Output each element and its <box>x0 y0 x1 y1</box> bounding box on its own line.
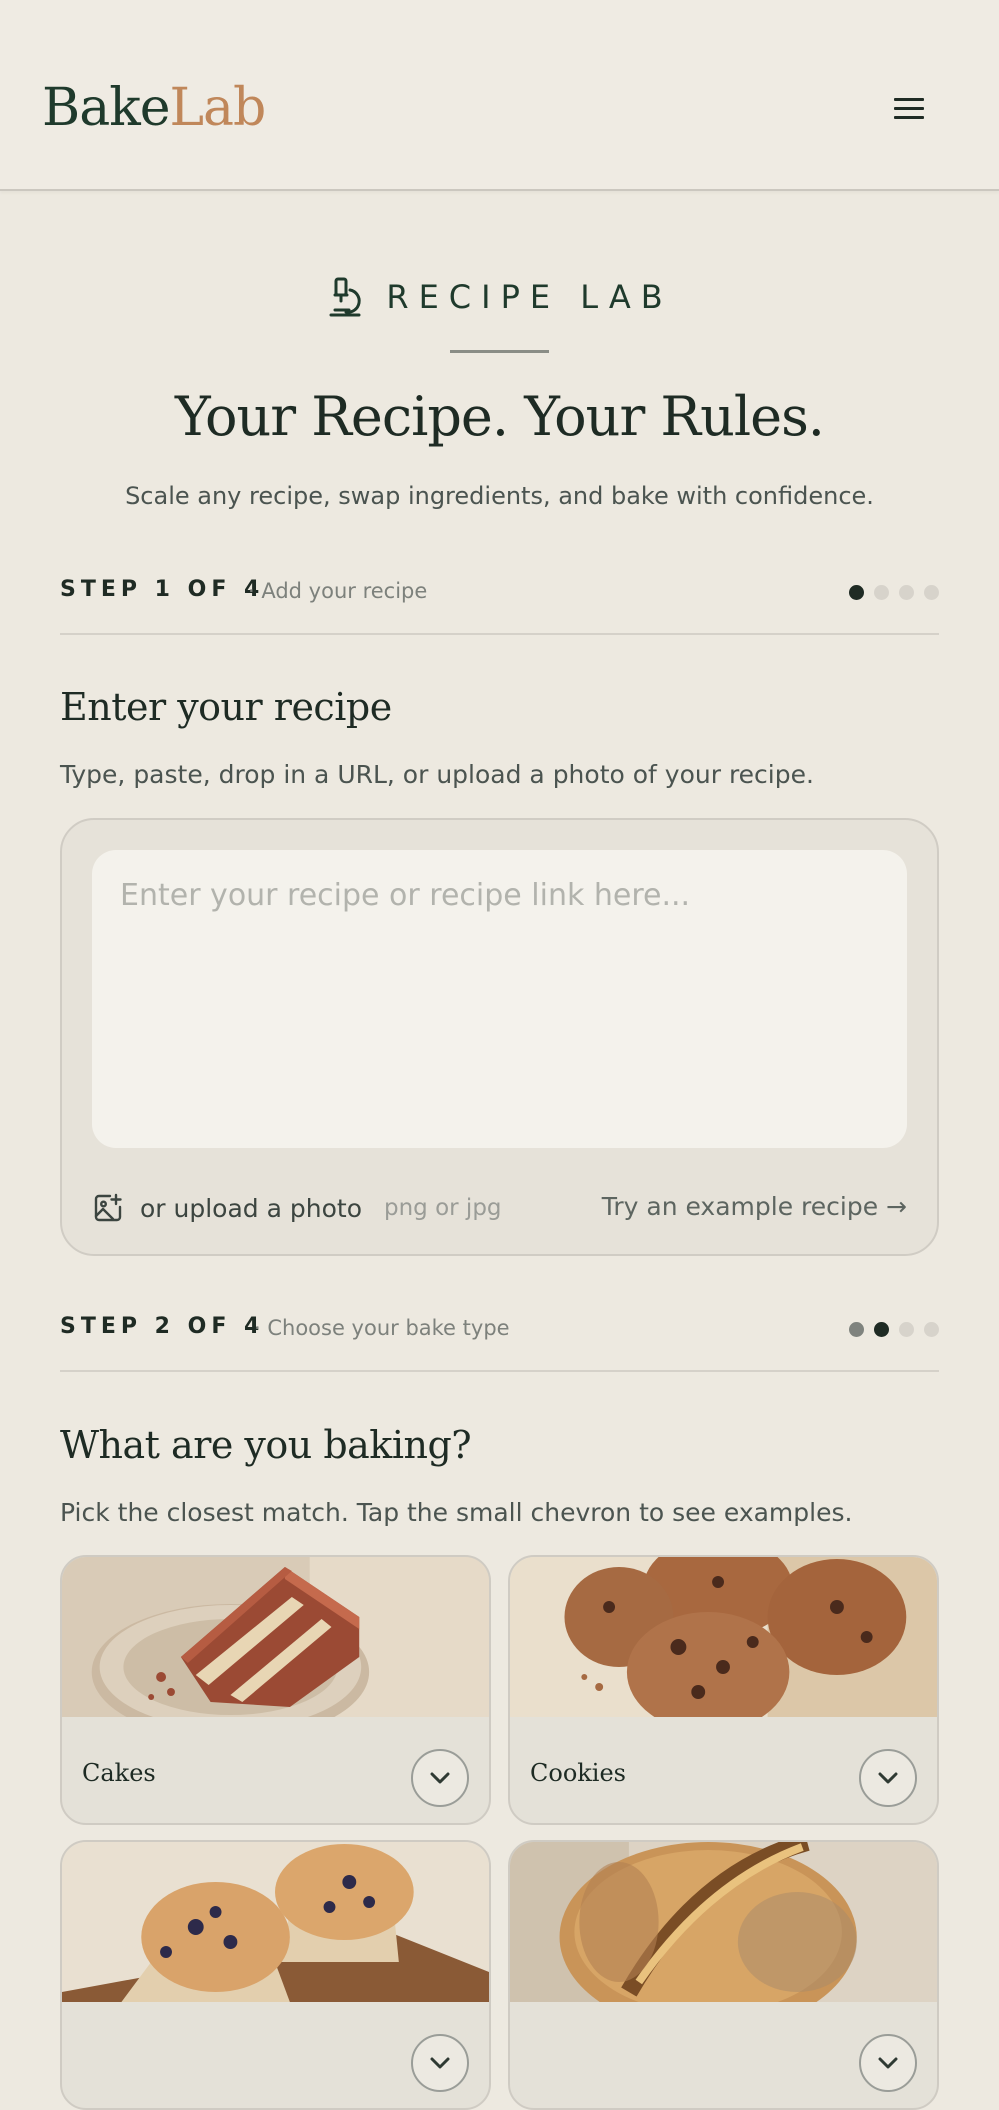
recipe-input-card: or upload a photo png or jpg Try an exam… <box>60 818 939 1256</box>
step-2-header: STEP 2 OF 4 · Choose your bake type <box>60 1302 939 1372</box>
page-title: Your Recipe. Your Rules. <box>175 385 825 448</box>
step-2-label: STEP 2 OF 4 <box>60 1314 265 1339</box>
image-plus-icon <box>94 1193 122 1222</box>
chevron-down-icon <box>430 2057 450 2069</box>
bake-card-cookies[interactable]: Cookies <box>508 1555 939 1825</box>
card-footer <box>62 2002 489 2108</box>
card-footer: Cookies <box>510 1717 937 1823</box>
cookies-photo <box>510 1557 937 1717</box>
divider <box>450 350 549 353</box>
progress-dot <box>874 1322 889 1337</box>
logo-lab: Lab <box>169 78 267 138</box>
card-footer <box>510 2002 937 2108</box>
progress-dot <box>924 585 939 600</box>
progress-dot <box>849 585 864 600</box>
hamburger-menu-icon[interactable] <box>882 88 924 128</box>
page-subtitle: Scale any recipe, swap ingredients, and … <box>125 482 874 510</box>
microscope-icon <box>329 277 361 317</box>
upload-label: or upload a photo <box>140 1193 362 1223</box>
step-1-label: STEP 1 OF 4 <box>60 577 265 602</box>
bake-card-muffins[interactable] <box>60 1840 491 2110</box>
step-1-header: STEP 1 OF 4 · Add your recipe <box>60 565 939 635</box>
progress-dot <box>899 1322 914 1337</box>
card-label: Cookies <box>530 1759 626 1787</box>
progress-dot <box>924 1322 939 1337</box>
progress-dot <box>849 1322 864 1337</box>
recipe-input[interactable] <box>92 850 907 1148</box>
step-1-subtitle: Type, paste, drop in a URL, or upload a … <box>60 760 814 789</box>
chevron-down-icon <box>878 1772 898 1784</box>
site-header: BakeLab <box>0 0 999 191</box>
step-2-subtitle: Pick the closest match. Tap the small ch… <box>60 1498 853 1527</box>
step-2-title: What are you baking? <box>60 1423 472 1467</box>
step-1-desc: · Add your recipe <box>248 579 428 603</box>
chevron-down-button[interactable] <box>859 2034 917 2092</box>
step-progress-dots <box>849 585 939 600</box>
step-1-title: Enter your recipe <box>60 685 392 729</box>
muffins-photo <box>62 1842 489 2002</box>
logo-bake: Bake <box>42 78 170 138</box>
try-example-link[interactable]: Try an example recipe → <box>602 1192 907 1221</box>
brand-logo[interactable]: BakeLab <box>42 78 267 138</box>
bake-card-bread[interactable] <box>508 1840 939 2110</box>
card-footer: Cakes <box>62 1717 489 1823</box>
progress-dot <box>899 585 914 600</box>
progress-dot <box>874 585 889 600</box>
bake-card-cakes[interactable]: Cakes <box>60 1555 491 1825</box>
step-2-desc: · Choose your bake type <box>254 1316 510 1340</box>
step-progress-dots <box>849 1322 939 1337</box>
eyebrow-label: RECIPE LAB <box>386 278 673 316</box>
recipe-lab-eyebrow: RECIPE LAB <box>0 272 999 322</box>
card-label: Cakes <box>82 1759 156 1787</box>
chevron-down-button[interactable] <box>859 1749 917 1807</box>
upload-format-hint: png or jpg <box>384 1195 502 1221</box>
chevron-down-icon <box>878 2057 898 2069</box>
bread-photo <box>510 1842 937 2002</box>
cake-photo <box>62 1557 489 1717</box>
chevron-down-button[interactable] <box>411 1749 469 1807</box>
chevron-down-button[interactable] <box>411 2034 469 2092</box>
chevron-down-icon <box>430 1772 450 1784</box>
upload-photo-button[interactable]: or upload a photo png or jpg <box>92 1192 502 1224</box>
